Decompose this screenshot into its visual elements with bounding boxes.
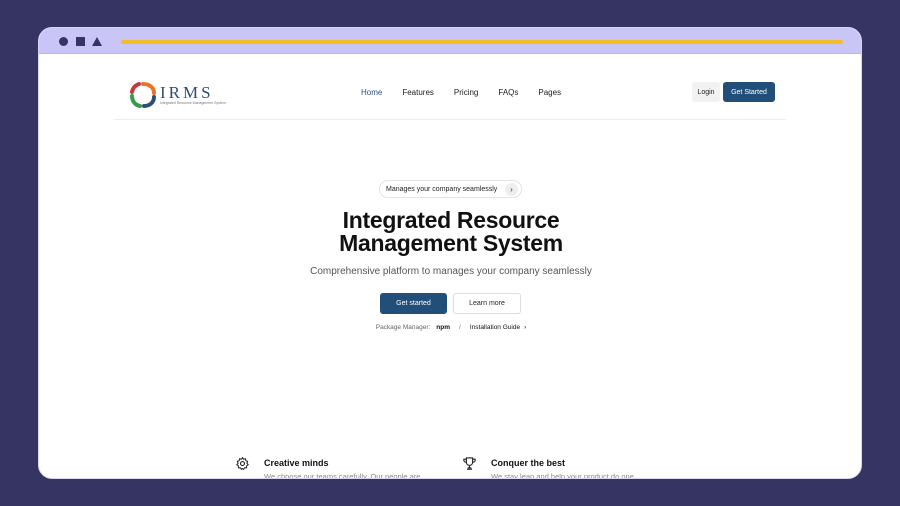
gear-icon <box>236 457 249 470</box>
chevron-right-icon: › <box>505 183 518 196</box>
nav-link-home[interactable]: Home <box>361 88 382 97</box>
feature-conquer-the-best: Conquer the best We stay lean and help y… <box>462 456 634 479</box>
chevron-right-icon: › <box>524 324 527 331</box>
hero-subtitle: Comprehensive platform to manages your c… <box>310 266 592 277</box>
nav-link-features[interactable]: Features <box>402 88 434 97</box>
feature-title: Conquer the best <box>491 458 566 468</box>
feature-description: We choose our teams carefully. Our peopl… <box>264 472 421 479</box>
navbar: IRMS Integrated Resource Management Syst… <box>114 72 786 120</box>
logo-tagline: Integrated Resource Management System <box>160 100 226 105</box>
package-manager-label: Package Manager: <box>375 324 431 331</box>
logo[interactable]: IRMS Integrated Resource Management Syst… <box>130 80 226 110</box>
learn-more-button[interactable]: Learn more <box>453 293 521 314</box>
package-manager-value: npm <box>436 324 451 331</box>
nav-links: Home Features Pricing FAQs Pages <box>361 88 581 97</box>
nav-link-pricing[interactable]: Pricing <box>454 88 478 97</box>
triangle-icon <box>92 37 102 46</box>
badge-text: Manages your company seamlessly <box>386 185 498 193</box>
logo-mark-icon <box>130 82 156 108</box>
logo-title: IRMS <box>160 82 214 102</box>
login-button[interactable]: Login <box>692 82 720 102</box>
installation-guide-link[interactable]: Installation Guide <box>470 324 520 331</box>
get-started-button[interactable]: Get started <box>380 293 447 314</box>
hero-title-line1: Integrated Resource <box>342 207 560 233</box>
announcement-badge[interactable]: Manages your company seamlessly › <box>379 180 522 198</box>
address-bar[interactable] <box>121 40 843 44</box>
hero-title-line2: Management System <box>339 230 563 256</box>
square-icon <box>76 37 85 46</box>
feature-title: Creative minds <box>264 458 329 468</box>
separator: / <box>459 324 461 331</box>
window-chrome <box>39 28 861 54</box>
circle-icon <box>59 37 68 46</box>
feature-description: We stay lean and help your product do on… <box>491 472 634 479</box>
feature-creative-minds: Creative minds We choose our teams caref… <box>235 456 421 479</box>
nav-link-pages[interactable]: Pages <box>538 88 561 97</box>
hero-title: Integrated Resource Management System <box>199 209 703 255</box>
trophy-icon <box>463 457 476 470</box>
nav-link-faqs[interactable]: FAQs <box>498 88 518 97</box>
browser-window: IRMS Integrated Resource Management Syst… <box>38 27 862 479</box>
nav-get-started-button[interactable]: Get Started <box>723 82 775 102</box>
package-manager-row: Package Manager: npm / Installation Guid… <box>199 324 703 331</box>
